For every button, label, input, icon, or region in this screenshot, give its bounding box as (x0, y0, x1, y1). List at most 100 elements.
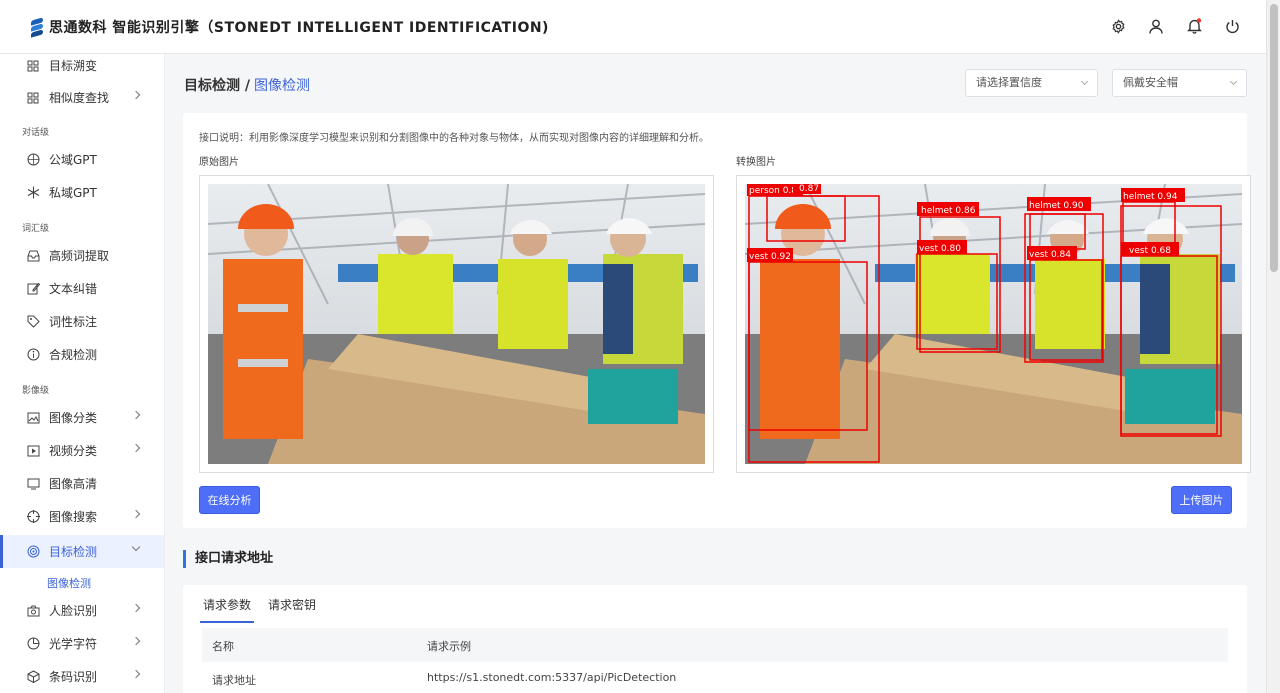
chevron-down-icon (1229, 77, 1238, 86)
sidebar-item-label: 词性标注 (49, 315, 98, 329)
confidence-select-placeholder: 请选择置信度 (976, 76, 1042, 89)
sidebar-item-label: 合规检测 (49, 348, 98, 362)
class-select[interactable]: 佩戴安全帽 (1112, 69, 1247, 97)
group-label-vocab: 词汇级 (22, 224, 50, 234)
original-image-box[interactable] (199, 175, 714, 473)
sidebar-item-public-gpt[interactable]: 公域GPT (0, 143, 164, 176)
chevron-down-icon (1080, 77, 1089, 86)
detection-label: helmet 0.94 (1123, 192, 1178, 202)
chevron-right-icon (131, 509, 141, 519)
sidebar-item-label: 图像高清 (49, 477, 98, 491)
video-icon (26, 444, 40, 458)
pie-icon (26, 637, 40, 651)
chevron-right-icon (131, 90, 141, 100)
sidebar-item-similarity[interactable]: 相似度查找 (0, 81, 164, 114)
sidebar-item-target-detect[interactable]: 目标检测 (0, 535, 164, 568)
table-header (202, 628, 1228, 662)
analyze-button[interactable]: 在线分析 (199, 486, 260, 514)
converted-image-label: 转换图片 (736, 157, 776, 168)
sidebar-item-target-trace[interactable]: 目标溯变 (0, 54, 164, 82)
scrollbar-thumb[interactable] (1270, 4, 1278, 272)
sidebar-item-video-class[interactable]: 视频分类 (0, 434, 164, 467)
inbox-icon (26, 249, 40, 263)
sidebar-item-ocr[interactable]: 光学字符 (0, 627, 164, 660)
breadcrumb: 目标检测 / 图像检测 (184, 75, 310, 95)
sidebar-item-label: 光学字符 (49, 637, 98, 651)
column-header-name: 名称 (212, 640, 234, 653)
table-cell-name: 请求地址 (212, 674, 256, 687)
sidebar-item-image-search[interactable]: 图像搜索 (0, 500, 164, 533)
chevron-right-icon (131, 636, 141, 646)
sidebar-item-face[interactable]: 人脸识别 (0, 594, 164, 627)
detection-label: helmet 0.86 (921, 206, 976, 216)
monitor-icon (26, 477, 40, 491)
tag-icon (26, 315, 40, 329)
detection-label: 0.87 (799, 184, 819, 194)
api-description: 接口说明：利用影像深度学习模型来识别和分割图像中的各种对象与物体，从而实现对图像… (199, 133, 709, 144)
target-icon (26, 545, 40, 559)
chevron-right-icon (131, 603, 141, 613)
sidebar-item-label: 私域GPT (49, 186, 97, 200)
sidebar-item-label: 文本纠错 (49, 282, 98, 296)
box-icon (26, 670, 40, 684)
user-icon[interactable] (1148, 17, 1164, 35)
class-select-value: 佩戴安全帽 (1123, 76, 1178, 89)
snowflake-icon (26, 186, 40, 200)
sidebar-item-text-correct[interactable]: 文本纠错 (0, 272, 164, 305)
chevron-right-icon (131, 410, 141, 420)
crosshair-icon (26, 510, 40, 524)
sidebar-item-label: 人脸识别 (49, 604, 98, 618)
table-cell-url[interactable]: https://s1.stonedt.com:5337/api/PicDetec… (427, 671, 676, 684)
sidebar-item-keyword[interactable]: 高频词提取 (0, 239, 164, 272)
logo-mark-icon (30, 16, 44, 38)
info-icon (26, 348, 40, 362)
detection-label: vest 0.84 (1029, 250, 1071, 260)
tab-request-params[interactable]: 请求参数 (200, 596, 255, 623)
sidebar-subitem-image-detect[interactable]: 图像检测 (47, 575, 91, 591)
brand-title: 思通数科 智能识别引擎（STONEDT INTELLIGENT IDENTIFI… (49, 19, 549, 36)
sidebar-item-label: 条码识别 (49, 670, 98, 684)
sidebar-item-label: 高频词提取 (49, 249, 110, 263)
group-label-imaging: 影像级 (22, 386, 50, 396)
breadcrumb-parent[interactable]: 目标检测 / (184, 78, 250, 94)
page-scrollbar[interactable] (1266, 0, 1280, 693)
chevron-down-icon (131, 542, 141, 552)
breadcrumb-current: 图像检测 (254, 78, 310, 94)
converted-image-box[interactable]: person 0.87 0.87 vest 0.92 helmet 0.86 v… (736, 175, 1251, 473)
edit-icon (26, 282, 40, 296)
grid-icon (26, 59, 40, 73)
sidebar-item-barcode[interactable]: 条码识别 (0, 660, 164, 693)
detection-label: helmet 0.90 (1029, 201, 1084, 211)
detection-label: vest 0.92 (749, 252, 791, 262)
tab-request-key[interactable]: 请求密钥 (268, 596, 316, 613)
camera-icon (26, 604, 40, 618)
original-image-label: 原始图片 (199, 157, 239, 168)
original-photo (208, 184, 705, 464)
grid-icon (26, 91, 40, 105)
section-title-api: 接口请求地址 (183, 550, 273, 568)
upload-button[interactable]: 上传图片 (1171, 486, 1232, 514)
bell-icon[interactable] (1186, 17, 1202, 35)
sidebar-item-private-gpt[interactable]: 私域GPT (0, 176, 164, 209)
sidebar-item-pos-tag[interactable]: 词性标注 (0, 305, 164, 338)
sidebar-item-image-hd[interactable]: 图像高清 (0, 467, 164, 500)
aperture-icon (26, 153, 40, 167)
sidebar-item-label: 图像分类 (49, 411, 98, 425)
chevron-right-icon (131, 443, 141, 453)
image-icon (26, 411, 40, 425)
sidebar-item-label: 目标溯变 (49, 59, 98, 73)
sidebar-item-image-class[interactable]: 图像分类 (0, 401, 164, 434)
group-label-dialog: 对话级 (22, 128, 50, 138)
sidebar-item-label: 图像搜索 (49, 510, 98, 524)
gear-icon[interactable] (1110, 17, 1126, 35)
power-icon[interactable] (1224, 17, 1240, 35)
sidebar-item-label: 视频分类 (49, 444, 98, 458)
detection-label: vest 0.68 (1129, 246, 1171, 256)
app-header: 思通数科 智能识别引擎（STONEDT INTELLIGENT IDENTIFI… (0, 0, 1266, 54)
detection-label: vest 0.80 (919, 244, 961, 254)
sidebar-item-compliance[interactable]: 合规检测 (0, 338, 164, 371)
converted-photo: person 0.87 0.87 vest 0.92 helmet 0.86 v… (745, 184, 1242, 464)
confidence-select[interactable]: 请选择置信度 (965, 69, 1098, 97)
sidebar: 目标溯变 相似度查找 对话级 公域GPT 私域GPT 词汇级 高频词提取 文本纠… (0, 54, 165, 693)
sidebar-item-label: 目标检测 (49, 545, 98, 559)
